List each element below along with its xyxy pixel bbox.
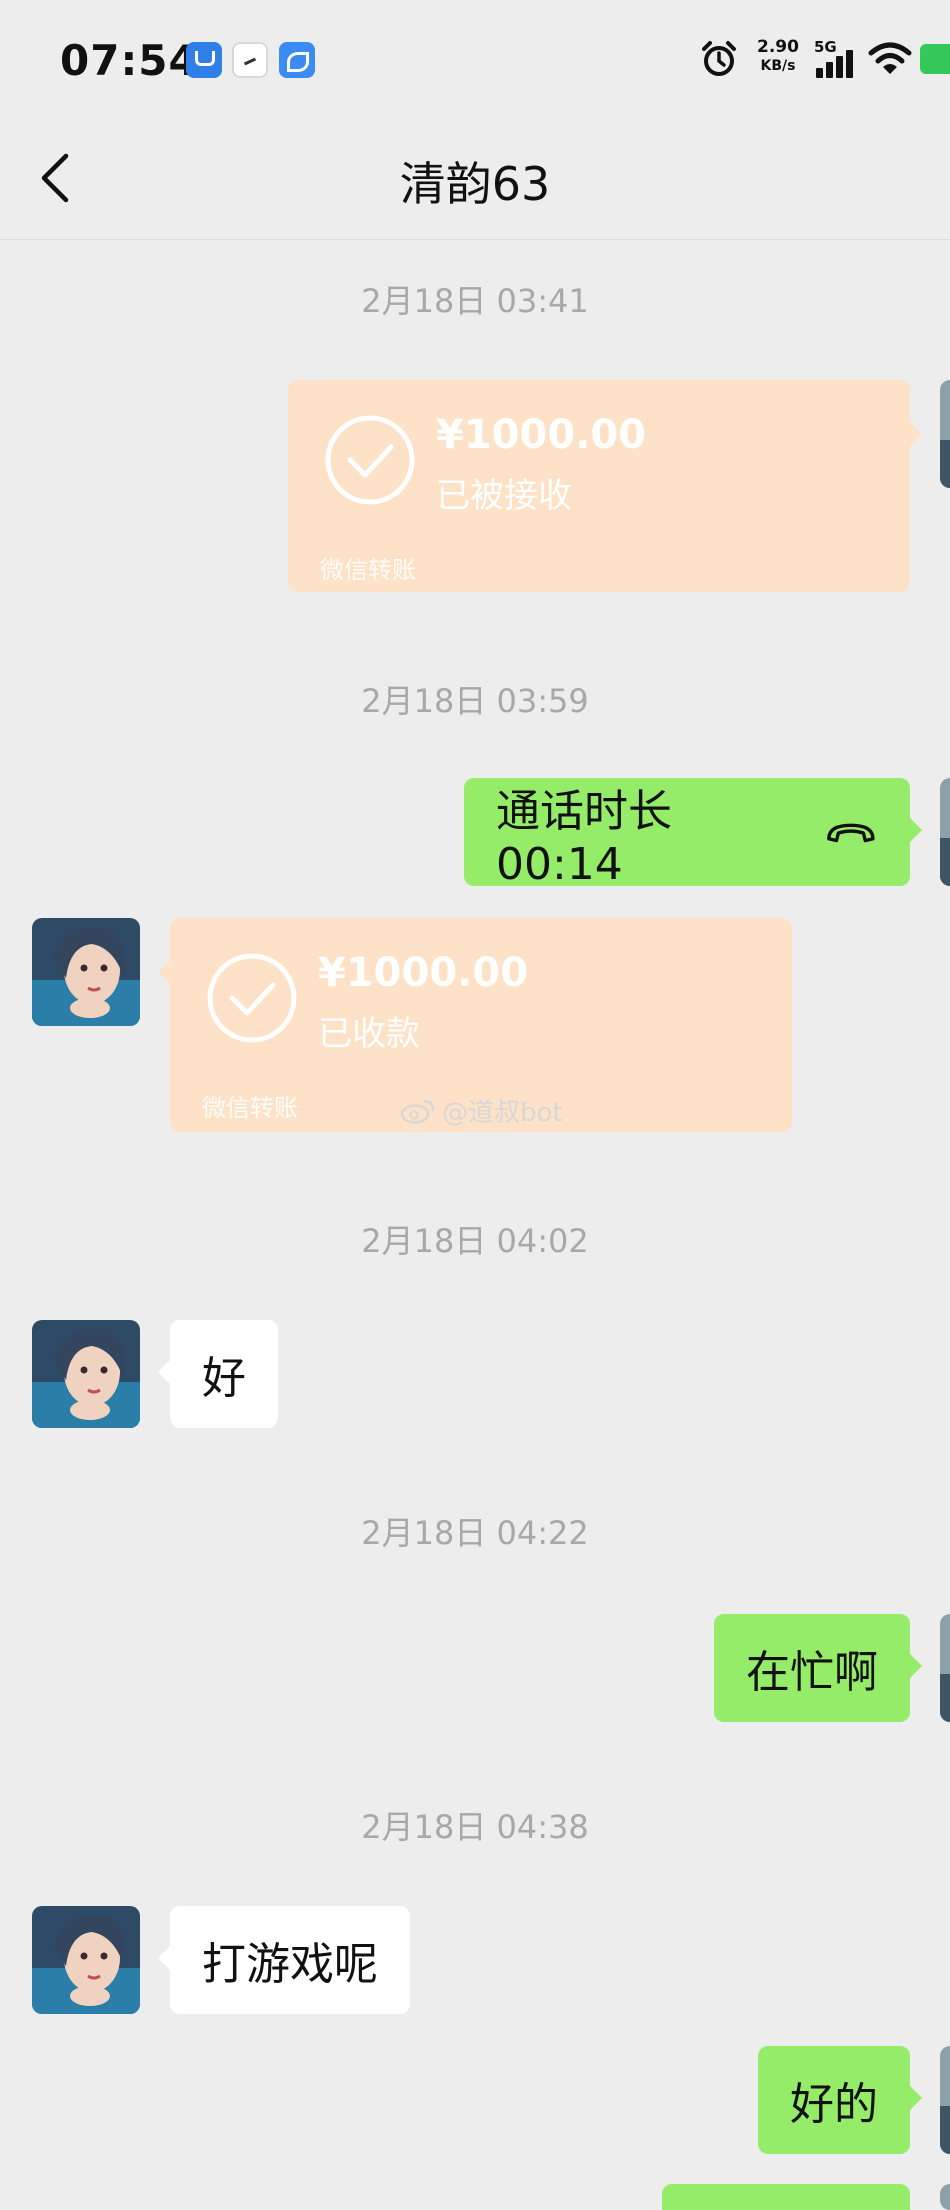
watermark-text: @道叔bot bbox=[442, 1098, 563, 1128]
my-avatar[interactable] bbox=[940, 1614, 950, 1722]
network-speed: 2.90 KB/s bbox=[750, 38, 806, 76]
notification-app-icon bbox=[186, 42, 222, 78]
watermark: @道叔bot bbox=[400, 1092, 563, 1129]
message-timestamp: 2月18日 04:38 bbox=[361, 1808, 589, 1846]
transfer-status: 已收款 bbox=[318, 1014, 420, 1054]
message-bubble-incoming[interactable]: 好 bbox=[158, 1320, 278, 1428]
message-text: 打游戏呢 bbox=[202, 1939, 378, 1990]
my-avatar[interactable] bbox=[940, 2184, 950, 2210]
transfer-amount: ¥1000.00 bbox=[436, 412, 647, 458]
status-time: 07:54 bbox=[60, 36, 199, 85]
network-type-label: 5G bbox=[814, 38, 837, 56]
transfer-label: 微信转账 bbox=[320, 556, 416, 584]
net-speed-value: 2.90 bbox=[757, 37, 799, 57]
message-bubble-outgoing[interactable]: 在忙啊 bbox=[714, 1614, 922, 1722]
message-bubble-outgoing-partial[interactable] bbox=[662, 2184, 910, 2210]
transfer-card-outgoing[interactable]: ¥1000.00 已被接收 微信转账 bbox=[288, 380, 922, 592]
signal-bar bbox=[826, 62, 833, 78]
message-bubble-outgoing[interactable]: 好的 bbox=[758, 2046, 922, 2154]
message-bubble-incoming[interactable]: 打游戏呢 bbox=[158, 1906, 410, 2014]
status-bar: 07:54 2.90 KB/s 5G bbox=[0, 0, 950, 120]
contact-avatar[interactable] bbox=[32, 1906, 140, 2014]
battery-icon bbox=[920, 44, 950, 74]
transfer-label: 微信转账 bbox=[202, 1094, 298, 1122]
contact-avatar[interactable] bbox=[32, 918, 140, 1026]
notification-app-icon bbox=[232, 42, 268, 78]
check-circle-icon bbox=[207, 953, 297, 1043]
check-circle-icon bbox=[325, 415, 415, 505]
message-timestamp: 2月18日 04:02 bbox=[361, 1222, 589, 1260]
signal-bar bbox=[846, 50, 853, 78]
message-text: 好的 bbox=[790, 2079, 878, 2130]
signal-bar bbox=[816, 68, 823, 78]
call-duration-text: 通话时长 00:14 bbox=[496, 785, 672, 890]
alarm-icon bbox=[702, 41, 736, 76]
transfer-amount: ¥1000.00 bbox=[318, 950, 529, 996]
weibo-icon bbox=[400, 1099, 435, 1124]
wifi-icon bbox=[868, 42, 912, 74]
message-text: 好 bbox=[202, 1353, 246, 1404]
chat-screen: 07:54 2.90 KB/s 5G 清韵63 2月18日 03:41 ¥100… bbox=[0, 0, 950, 2210]
phone-hangup-icon bbox=[827, 823, 875, 843]
message-timestamp: 2月18日 03:59 bbox=[361, 682, 589, 720]
chat-title: 清韵63 bbox=[399, 157, 551, 211]
signal-icon: 5G bbox=[812, 38, 860, 82]
signal-bar bbox=[836, 56, 843, 78]
net-speed-unit: KB/s bbox=[760, 58, 796, 74]
message-timestamp: 2月18日 04:22 bbox=[361, 1514, 589, 1552]
chat-header: 清韵63 bbox=[0, 120, 950, 240]
transfer-status: 已被接收 bbox=[436, 476, 572, 516]
message-timestamp: 2月18日 03:41 bbox=[361, 282, 589, 320]
my-avatar[interactable] bbox=[940, 2046, 950, 2154]
my-avatar[interactable] bbox=[940, 380, 950, 488]
my-avatar[interactable] bbox=[940, 778, 950, 886]
notification-app-icon bbox=[279, 42, 315, 78]
call-record-bubble[interactable]: 通话时长 00:14 bbox=[464, 778, 922, 890]
message-text: 在忙啊 bbox=[746, 1647, 878, 1698]
contact-avatar[interactable] bbox=[32, 1320, 140, 1428]
